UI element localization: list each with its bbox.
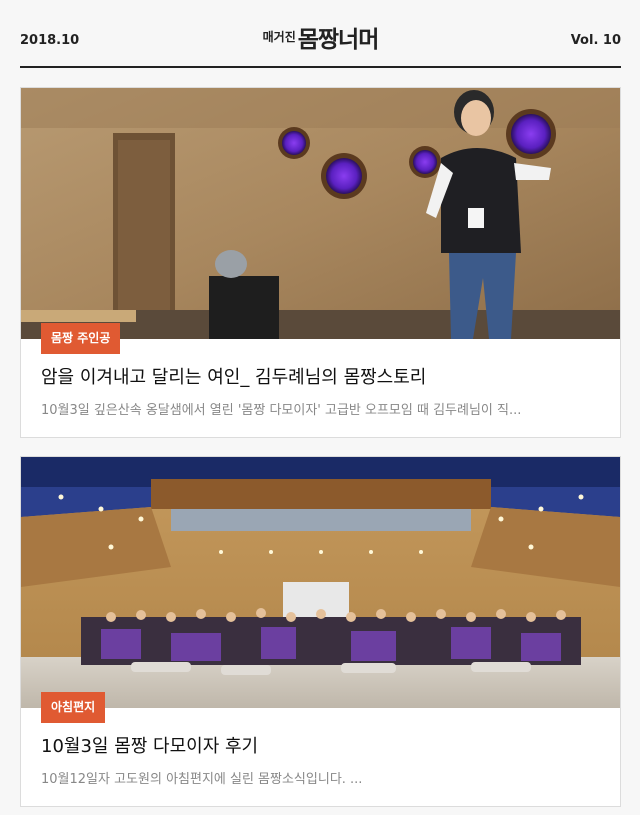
article-title[interactable]: 암을 이겨내고 달리는 여인_ 김두례님의 몸짱스토리	[41, 363, 601, 389]
article-title[interactable]: 10월3일 몸짱 다모이자 후기	[41, 732, 601, 758]
speaker-photo	[21, 88, 620, 339]
logo-title: 몸짱너머	[297, 27, 380, 53]
category-badge[interactable]: 아침편지	[41, 692, 106, 723]
article-photo[interactable]	[21, 457, 620, 708]
article-card[interactable]: 몸짱 주인공 암을 이겨내고 달리는 여인_ 김두례님의 몸짱스토리 10월3일…	[20, 87, 621, 438]
article-photo[interactable]	[21, 88, 620, 339]
page: 2018.10 매거진몸짱너머 Vol. 10 몸짱 주인공 암을 이겨내고 달…	[0, 0, 640, 815]
magazine-header: 2018.10 매거진몸짱너머 Vol. 10	[20, 0, 621, 68]
magazine-logo[interactable]: 매거진몸짱너머	[20, 20, 621, 54]
category-badge[interactable]: 몸짱 주인공	[41, 323, 121, 354]
article-summary: 10월12일자 고도원의 아침편지에 실린 몸짱소식입니다. ...	[41, 772, 363, 787]
logo-small-text: 매거진	[262, 30, 296, 44]
volume-number: Vol. 10	[570, 33, 621, 48]
article-summary: 10월3일 깊은산속 옹달샘에서 열린 '몸짱 다모이자' 고급반 오프모임 때…	[41, 403, 522, 418]
article-card[interactable]: 아침편지 10월3일 몸짱 다모이자 후기 10월12일자 고도원의 아침편지에…	[20, 456, 621, 807]
group-photo	[21, 457, 620, 708]
